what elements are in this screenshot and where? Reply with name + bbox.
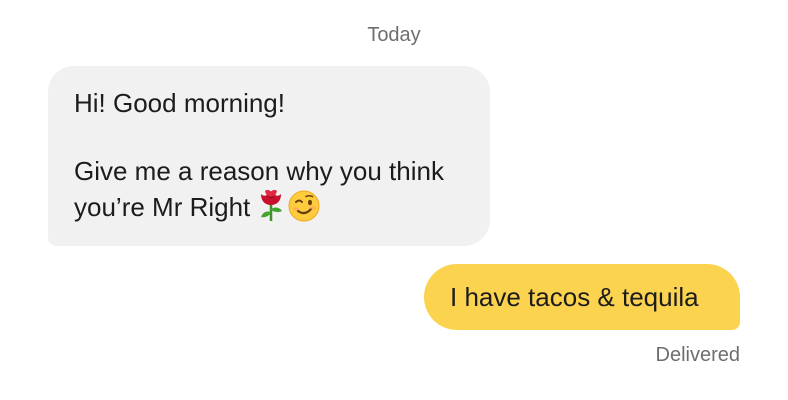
outgoing-message-bubble[interactable]: I have tacos & tequila <box>424 264 740 330</box>
delivery-status: Delivered <box>655 344 740 366</box>
message-line: Give me a reason why you think <box>74 156 444 186</box>
rose-icon <box>258 188 284 230</box>
message-line: Hi! Good morning! <box>74 88 285 118</box>
message-line: you’re Mr Right <box>74 192 251 222</box>
date-divider: Today <box>367 24 421 46</box>
message-text: I have tacos & tequila <box>450 282 699 312</box>
winking-face-icon <box>288 190 320 230</box>
message-line-with-emoji: you’re Mr Right <box>74 188 464 230</box>
incoming-message-bubble[interactable]: Hi! Good morning! Give me a reason why y… <box>48 66 490 246</box>
